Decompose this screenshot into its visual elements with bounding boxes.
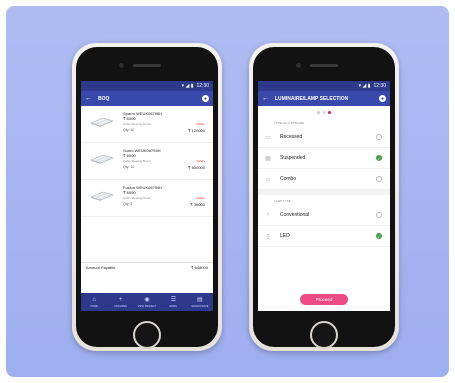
signal-icon: ▾ ◢ ▮	[358, 83, 371, 89]
proceed-button[interactable]: Proceed	[300, 294, 348, 305]
boq-item[interactable]: Fusion WEUK06799H ₹ 6000 Cabin Meeting R…	[81, 180, 213, 217]
boq-screen: ▾ ◢ ▮ 12:30 ← BOQ ● Sparro WEUK06796H ₹ …	[81, 81, 213, 311]
nav-item-email[interactable]: ☰ EMAIL	[160, 293, 186, 311]
luminaire-image	[90, 191, 114, 201]
nav-label: EMAIL	[169, 304, 178, 308]
phone-right: ▾ ◢ ▮ 12:30 ← LUMINAIRE/LAMP SELECTION ●…	[249, 43, 399, 351]
phone-left: ▾ ◢ ▮ 12:30 ← BOQ ● Sparro WEUK06796H ₹ …	[72, 43, 222, 351]
lamp-type-options: ♀ Conventional ▯ LED ✓	[258, 205, 390, 247]
step-dot-active	[328, 111, 331, 114]
nav-item-add-area[interactable]: + ADD AREA	[107, 293, 133, 311]
amount-payable-label: Amount Payable	[86, 265, 116, 270]
speaker-grille	[310, 64, 338, 67]
item-room: Cabin Meeting Room	[123, 196, 152, 200]
boq-item[interactable]: Sumo WEUK06794H ₹ 6000 Cabin Meeting Roo…	[81, 143, 213, 180]
page-title: BOQ	[98, 95, 110, 102]
nav-icon: ⌂	[92, 296, 97, 303]
item-quantity: Qty: 10	[123, 128, 135, 132]
check-icon: ✓	[377, 233, 381, 239]
item-price: ₹ 6000	[123, 153, 136, 158]
suspended-icon: ▤	[265, 155, 271, 162]
nav-icon: ☰	[170, 296, 177, 303]
item-total: ₹ 600000	[187, 165, 205, 170]
item-total: ₹ 120000	[187, 128, 205, 133]
item-total: ₹ 36000	[190, 202, 205, 207]
step-dot	[322, 111, 326, 114]
nav-label: VIEW PROJECT	[137, 304, 157, 308]
luminaire-type-options: ▭ Recessed ▤ Suspended ✓ ▱ Combo	[258, 127, 390, 190]
option-recessed[interactable]: ▭ Recessed	[258, 127, 390, 148]
bottom-navigation: ⌂ HOME + ADD AREA ◉ VIEW PROJECT ☰ EMAIL ▤ S…	[81, 293, 213, 311]
step-dot	[317, 111, 320, 114]
option-combo[interactable]: ▱ Combo	[258, 169, 390, 190]
checked-radio-icon[interactable]: ✓	[376, 155, 382, 161]
status-bar: ▾ ◢ ▮ 12:30	[81, 81, 213, 91]
check-icon: ✓	[377, 155, 381, 161]
combo-icon: ▱	[265, 176, 271, 183]
delete-link[interactable]: Delete	[196, 196, 205, 200]
signal-icon: ▾ ◢ ▮	[181, 83, 194, 89]
nav-item-view-project[interactable]: ◉ VIEW PROJECT	[134, 293, 160, 311]
camera-icon	[296, 63, 301, 68]
delete-link[interactable]: Delete	[196, 159, 205, 163]
status-time: 12:30	[373, 83, 386, 89]
nav-icon: ▤	[196, 296, 203, 303]
status-time: 12:30	[196, 83, 209, 89]
option-conventional[interactable]: ♀ Conventional	[258, 205, 390, 226]
luminaire-image	[90, 154, 114, 164]
boq-item[interactable]: Sparro WEUK06796H ₹ 6000 Cabin Meeting R…	[81, 106, 213, 143]
app-bar: ← LUMINAIRE/LAMP SELECTION ●	[258, 91, 390, 106]
amount-payable-row: Amount Payable ₹ 648000	[81, 262, 213, 272]
app-bar: ← BOQ ●	[81, 91, 213, 106]
nav-icon: +	[118, 296, 123, 303]
option-label: Suspended	[280, 155, 306, 161]
home-button[interactable]	[310, 321, 338, 349]
profile-icon[interactable]: ●	[202, 95, 209, 102]
amount-payable-value: ₹ 648000	[190, 265, 208, 270]
led-icon: ▯	[266, 233, 270, 240]
delete-link[interactable]: Delete	[196, 122, 205, 126]
luminaire-type-label: TYPE OF LUMINAIRE	[274, 121, 305, 125]
status-bar: ▾ ◢ ▮ 12:30	[258, 81, 390, 91]
option-label: LED	[280, 233, 290, 239]
nav-item-save-update[interactable]: ▤ SAVE/UPDATE	[187, 293, 213, 311]
nav-icon: ◉	[144, 296, 150, 303]
lamp-type-label: LAMP TYPE	[274, 199, 291, 203]
nav-label: ADD AREA	[114, 304, 127, 308]
back-arrow-icon[interactable]: ←	[85, 95, 92, 102]
back-arrow-icon[interactable]: ←	[262, 95, 269, 102]
profile-icon[interactable]: ●	[379, 95, 386, 102]
home-button[interactable]	[133, 321, 161, 349]
option-label: Conventional	[280, 212, 310, 218]
conventional-icon: ♀	[265, 212, 271, 218]
item-quantity: Qty: 10	[123, 165, 135, 169]
speaker-grille	[133, 64, 161, 67]
nav-item-home[interactable]: ⌂ HOME	[81, 293, 107, 311]
radio-button[interactable]	[376, 212, 382, 218]
item-quantity: Qty: 8	[123, 202, 133, 206]
radio-button[interactable]	[376, 134, 382, 140]
checked-radio-icon[interactable]: ✓	[376, 233, 382, 239]
nav-label: SAVE/UPDATE	[191, 304, 209, 308]
nav-label: HOME	[90, 304, 98, 308]
step-indicator	[258, 106, 390, 117]
luminaire-selection-screen: ▾ ◢ ▮ 12:30 ← LUMINAIRE/LAMP SELECTION ●…	[258, 81, 390, 311]
recessed-icon: ▭	[265, 134, 271, 141]
item-price: ₹ 6000	[123, 190, 136, 195]
option-suspended[interactable]: ▤ Suspended ✓	[258, 148, 390, 169]
boq-list: Sparro WEUK06796H ₹ 6000 Cabin Meeting R…	[81, 106, 213, 217]
camera-icon	[119, 63, 124, 68]
item-room: Cabin Meeting Room	[123, 122, 152, 126]
page-title: LUMINAIRE/LAMP SELECTION	[275, 95, 349, 102]
option-led[interactable]: ▯ LED ✓	[258, 226, 390, 247]
luminaire-image	[90, 117, 114, 127]
item-price: ₹ 6000	[123, 116, 136, 121]
radio-button[interactable]	[376, 176, 382, 182]
item-room: Cabin Meeting Room	[123, 159, 152, 163]
option-label: Combo	[280, 176, 297, 182]
option-label: Recessed	[280, 134, 303, 140]
